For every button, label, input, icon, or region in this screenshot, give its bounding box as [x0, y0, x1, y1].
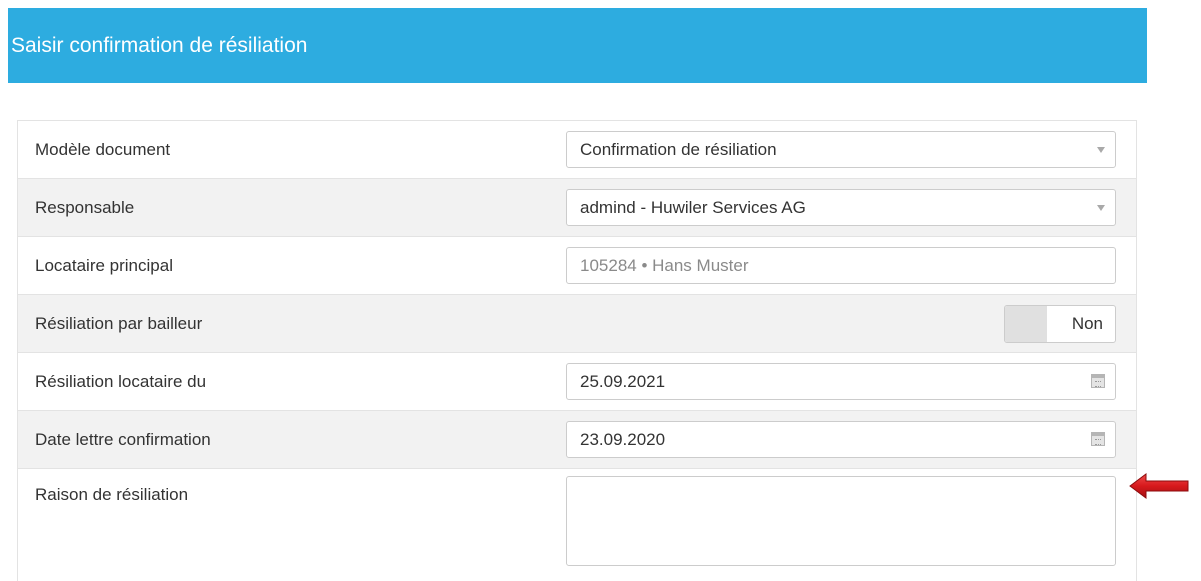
tenant-termination-date-label: Résiliation locataire du	[35, 372, 207, 391]
confirmation-letter-date-input[interactable]: 23.09.2020	[566, 421, 1116, 458]
termination-by-landlord-label: Résiliation par bailleur	[35, 314, 203, 333]
responsible-label: Responsable	[35, 198, 135, 217]
form-row-termination-by-landlord: Résiliation par bailleur Non	[18, 295, 1136, 353]
responsible-select-value: admind - Huwiler Services AG	[580, 198, 806, 217]
tenant-termination-date-input[interactable]: 25.09.2021	[566, 363, 1116, 400]
form-row-main-tenant: Locataire principal 105284 • Hans Muster	[18, 237, 1136, 295]
confirmation-letter-date-value: 23.09.2020	[580, 430, 666, 449]
termination-reason-label: Raison de résiliation	[35, 485, 189, 504]
confirmation-letter-date-label: Date lettre confirmation	[35, 430, 211, 449]
termination-reason-textarea[interactable]	[566, 476, 1116, 566]
main-tenant-value: 105284 • Hans Muster	[580, 256, 749, 275]
form-row-confirmation-letter-date: Date lettre confirmation 23.09.2020	[18, 411, 1136, 469]
termination-form: Modèle document Confirmation de résiliat…	[17, 120, 1137, 581]
main-tenant-label: Locataire principal	[35, 256, 173, 275]
red-arrow-left-icon	[1129, 473, 1189, 499]
termination-by-landlord-toggle[interactable]: Non	[1004, 305, 1116, 343]
calendar-icon[interactable]	[1091, 432, 1105, 446]
calendar-icon[interactable]	[1091, 374, 1105, 388]
chevron-down-icon[interactable]	[1097, 147, 1105, 153]
template-select[interactable]: Confirmation de résiliation	[566, 131, 1116, 168]
dialog-header: Saisir confirmation de résiliation	[8, 8, 1147, 83]
chevron-down-icon[interactable]	[1097, 205, 1105, 211]
responsible-select[interactable]: admind - Huwiler Services AG	[566, 189, 1116, 226]
form-row-tenant-termination-date: Résiliation locataire du 25.09.2021	[18, 353, 1136, 411]
main-tenant-field: 105284 • Hans Muster	[566, 247, 1116, 284]
template-select-value: Confirmation de résiliation	[580, 140, 777, 159]
form-row-termination-reason: Raison de résiliation	[18, 469, 1136, 581]
dialog-title: Saisir confirmation de résiliation	[11, 33, 308, 57]
toggle-knob[interactable]	[1005, 306, 1047, 342]
form-row-responsible: Responsable admind - Huwiler Services AG	[18, 179, 1136, 237]
template-label: Modèle document	[35, 140, 171, 159]
toggle-state-label: Non	[1071, 314, 1103, 333]
form-row-template: Modèle document Confirmation de résiliat…	[18, 121, 1136, 179]
tenant-termination-date-value: 25.09.2021	[580, 372, 666, 391]
